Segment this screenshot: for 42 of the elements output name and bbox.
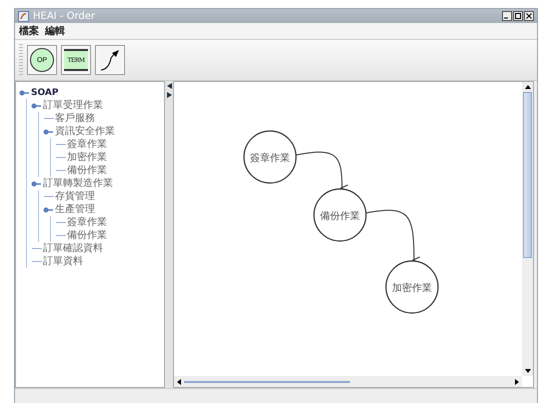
tree-item[interactable]: 訂單資料 xyxy=(43,256,83,268)
connector-arrow xyxy=(366,210,421,264)
connector-tool-button[interactable] xyxy=(95,45,125,75)
tree-item[interactable]: 備份作業 xyxy=(67,164,107,176)
tree-item[interactable]: 訂單轉製造作業 xyxy=(43,178,113,190)
menu-item[interactable]: 編輯 xyxy=(45,24,65,38)
vertical-scrollbar[interactable] xyxy=(522,82,533,376)
tree-item[interactable]: SOAP xyxy=(31,86,58,98)
tree-item[interactable]: 加密作業 xyxy=(67,152,107,164)
process-node xyxy=(313,188,367,242)
scroll-up-icon[interactable] xyxy=(524,85,530,89)
expand-handle-icon[interactable] xyxy=(30,100,42,110)
node-label: 備份作業 xyxy=(320,211,360,222)
process-node xyxy=(243,130,297,184)
tree-item[interactable]: 客戶服務 xyxy=(55,112,95,124)
close-icon[interactable] xyxy=(524,11,534,21)
maximize-icon[interactable] xyxy=(513,11,523,21)
tree-item[interactable]: 備份作業 xyxy=(67,230,107,242)
scroll-right-icon[interactable] xyxy=(515,378,519,384)
window-title: HEAI - Order xyxy=(33,10,96,22)
menu-item[interactable]: 檔案 xyxy=(19,24,39,38)
tree-item[interactable]: 訂單受理作業 xyxy=(43,100,103,112)
tree-item[interactable]: 簽章作業 xyxy=(67,216,107,228)
node-label: 簽章作業 xyxy=(250,153,290,164)
expand-handle-icon[interactable] xyxy=(42,126,54,136)
tree-item[interactable]: 生產管理 xyxy=(55,204,95,216)
toolbar-grip[interactable] xyxy=(19,44,23,76)
curve-arrow-icon xyxy=(100,49,120,71)
process-node xyxy=(385,260,439,314)
minimize-icon[interactable] xyxy=(502,11,512,21)
scroll-down-icon[interactable] xyxy=(524,369,530,373)
tree-item[interactable]: 存貨管理 xyxy=(55,190,95,202)
node-label: 加密作業 xyxy=(392,283,432,294)
scroll-left-icon[interactable] xyxy=(177,378,181,384)
horizontal-scrollbar[interactable] xyxy=(174,376,522,387)
tree-item[interactable]: 訂單確認資料 xyxy=(43,242,103,254)
expand-handle-icon[interactable] xyxy=(42,204,54,214)
expand-handle-icon[interactable] xyxy=(30,178,42,188)
tree-item[interactable]: 簽章作業 xyxy=(67,138,107,150)
expand-handle-icon[interactable] xyxy=(18,88,30,98)
connector-arrow xyxy=(296,152,349,192)
tree-item[interactable]: 資訊安全作業 xyxy=(55,126,115,138)
